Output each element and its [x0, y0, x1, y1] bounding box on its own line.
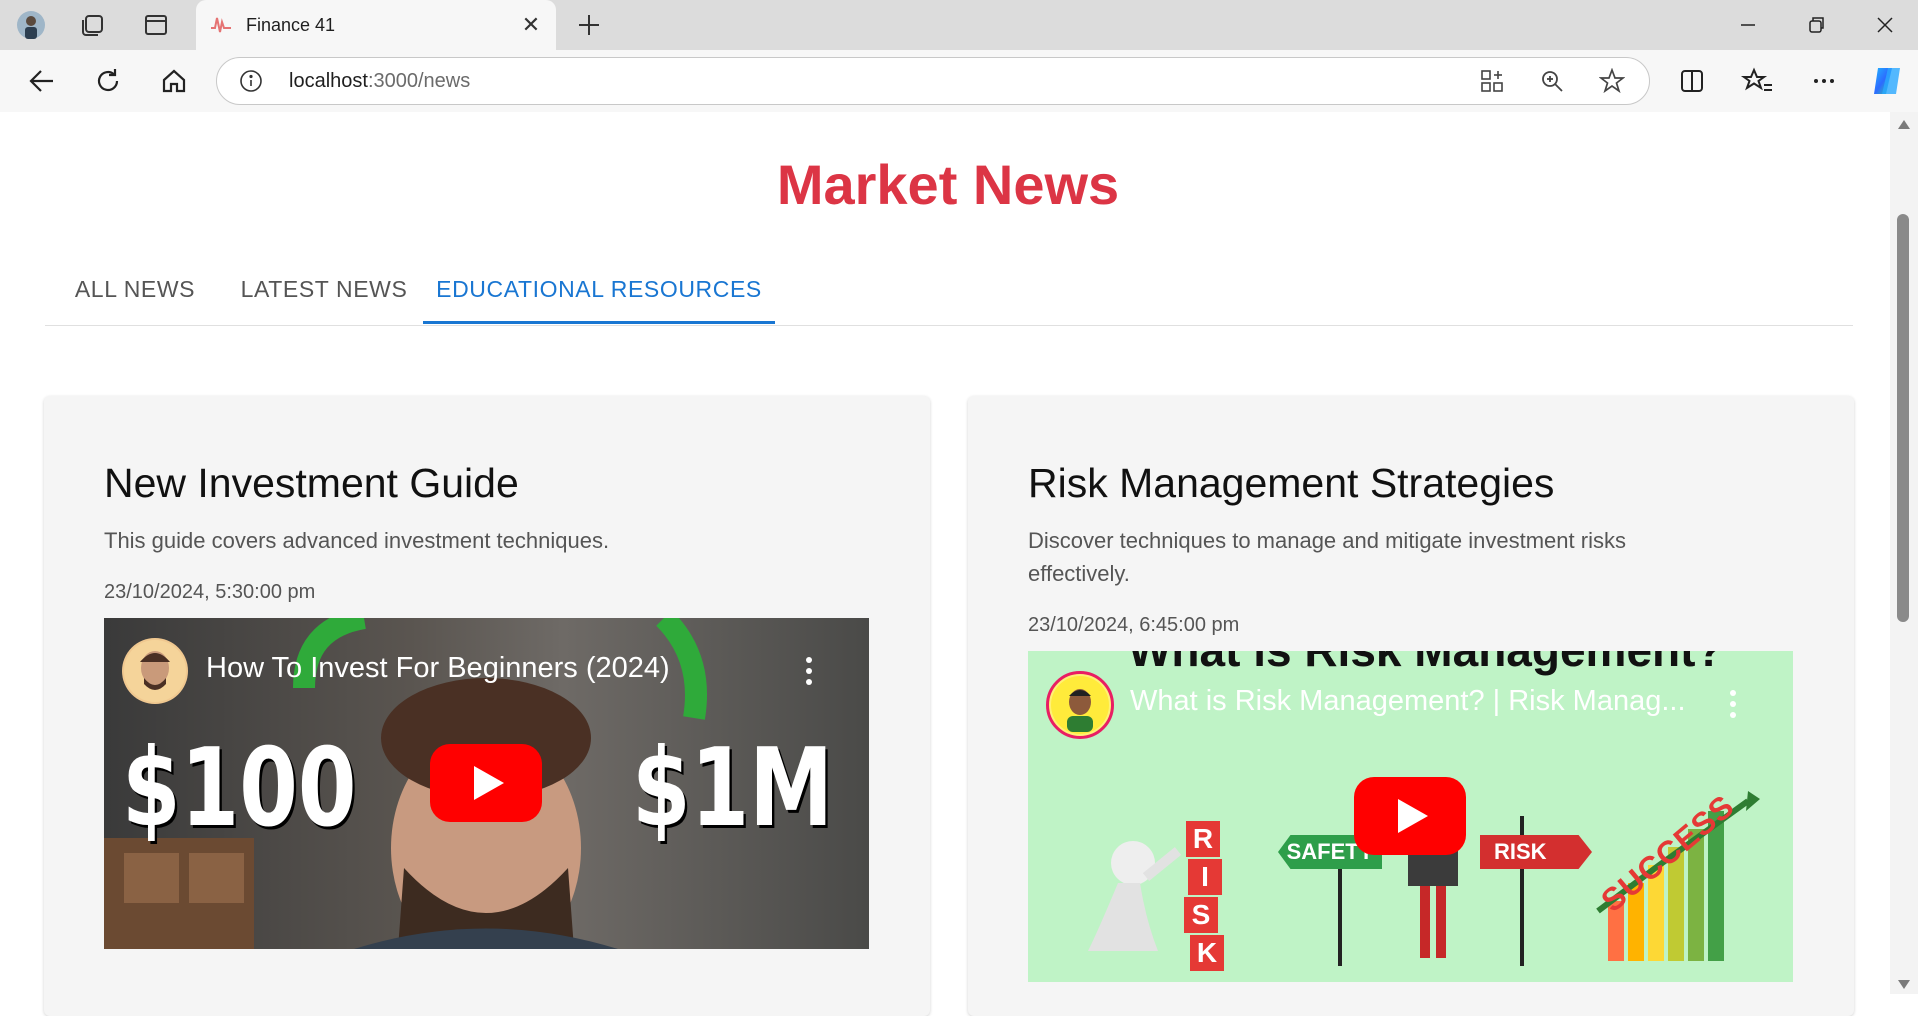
channel-avatar[interactable] [1046, 671, 1114, 739]
address-bar[interactable]: localhost:3000/news [216, 57, 1650, 105]
card-date: 23/10/2024, 5:30:00 pm [104, 581, 316, 603]
restore-icon[interactable] [1781, 0, 1851, 50]
video-title[interactable]: How To Invest For Beginners (2024) [206, 652, 670, 685]
tab-actions-icon[interactable] [141, 10, 171, 40]
tab-title: Finance 41 [246, 15, 336, 35]
finance-favicon-icon [210, 14, 232, 36]
risk-block-letter: S [1184, 897, 1218, 933]
thumbnail-amount-right: $1M [632, 726, 834, 851]
more-options-icon[interactable] [1806, 63, 1842, 99]
copilot-icon[interactable] [1868, 62, 1904, 98]
page-scrollbar[interactable] [1890, 112, 1918, 994]
news-card: Risk Management Strategies Discover tech… [968, 396, 1854, 1016]
card-title: New Investment Guide [104, 460, 519, 506]
card-description: This guide covers advanced investment te… [104, 528, 610, 553]
play-button-icon[interactable] [430, 744, 542, 822]
site-info-icon[interactable] [239, 69, 263, 93]
tab-all-news[interactable]: ALL NEWS [45, 257, 225, 325]
risk-block-letter: R [1186, 821, 1220, 857]
news-tabs: ALL NEWS LATEST NEWS EDUCATIONAL RESOURC… [45, 257, 1853, 326]
video-embed[interactable]: What is Risk Management? R I [1028, 651, 1793, 982]
risk-sign: RISK [1480, 835, 1592, 869]
video-menu-icon[interactable] [805, 656, 813, 686]
channel-avatar[interactable] [122, 638, 188, 704]
browser-tab-active[interactable]: Finance 41 ✕ [196, 0, 556, 50]
page-content: Market News ALL NEWS LATEST NEWS EDUCATI… [6, 112, 1890, 1016]
tab-educational-resources[interactable]: EDUCATIONAL RESOURCES [423, 257, 775, 325]
back-icon[interactable] [24, 63, 60, 99]
scroll-down-arrow-icon[interactable] [1898, 980, 1910, 989]
thumbnail-amount-left: $100 [122, 726, 357, 851]
risk-block-letter: I [1188, 859, 1222, 895]
workspaces-icon[interactable] [78, 10, 108, 40]
card-date: 23/10/2024, 6:45:00 pm [1028, 614, 1240, 636]
risk-block-letter: K [1190, 935, 1224, 971]
scrollbar-thumb[interactable] [1897, 214, 1909, 622]
favorites-icon[interactable] [1740, 63, 1776, 99]
favorite-star-icon[interactable] [1598, 67, 1626, 94]
card-description: Discover techniques to manage and mitiga… [1028, 528, 1626, 586]
split-screen-icon[interactable] [1674, 63, 1710, 99]
page-title: Market News [776, 153, 1120, 216]
video-embed[interactable]: $100 $1M How To Invest For Beginners (20… [104, 618, 869, 949]
tab-latest-news[interactable]: LATEST NEWS [225, 257, 423, 325]
browser-tab-strip: Finance 41 ✕ [0, 0, 1918, 50]
profile-avatar-icon[interactable] [16, 10, 46, 40]
video-menu-icon[interactable] [1729, 689, 1737, 719]
close-tab-icon[interactable]: ✕ [518, 12, 544, 38]
home-icon[interactable] [156, 63, 192, 99]
news-card: New Investment Guide This guide covers a… [44, 396, 930, 1016]
play-button-icon[interactable] [1354, 777, 1466, 855]
url-text[interactable]: localhost:3000/news [289, 70, 470, 93]
card-title: Risk Management Strategies [1028, 460, 1555, 506]
zoom-icon[interactable] [1539, 68, 1565, 94]
scroll-up-arrow-icon[interactable] [1898, 120, 1910, 129]
refresh-icon[interactable] [90, 63, 126, 99]
new-tab-icon[interactable] [574, 10, 604, 40]
minimize-icon[interactable] [1713, 0, 1783, 50]
close-window-icon[interactable] [1850, 0, 1918, 50]
browser-toolbar: localhost:3000/news [0, 50, 1918, 112]
app-available-icon[interactable] [1479, 68, 1505, 94]
active-tab-indicator [423, 321, 775, 324]
video-title[interactable]: What is Risk Management? | Risk Manag... [1130, 685, 1686, 718]
